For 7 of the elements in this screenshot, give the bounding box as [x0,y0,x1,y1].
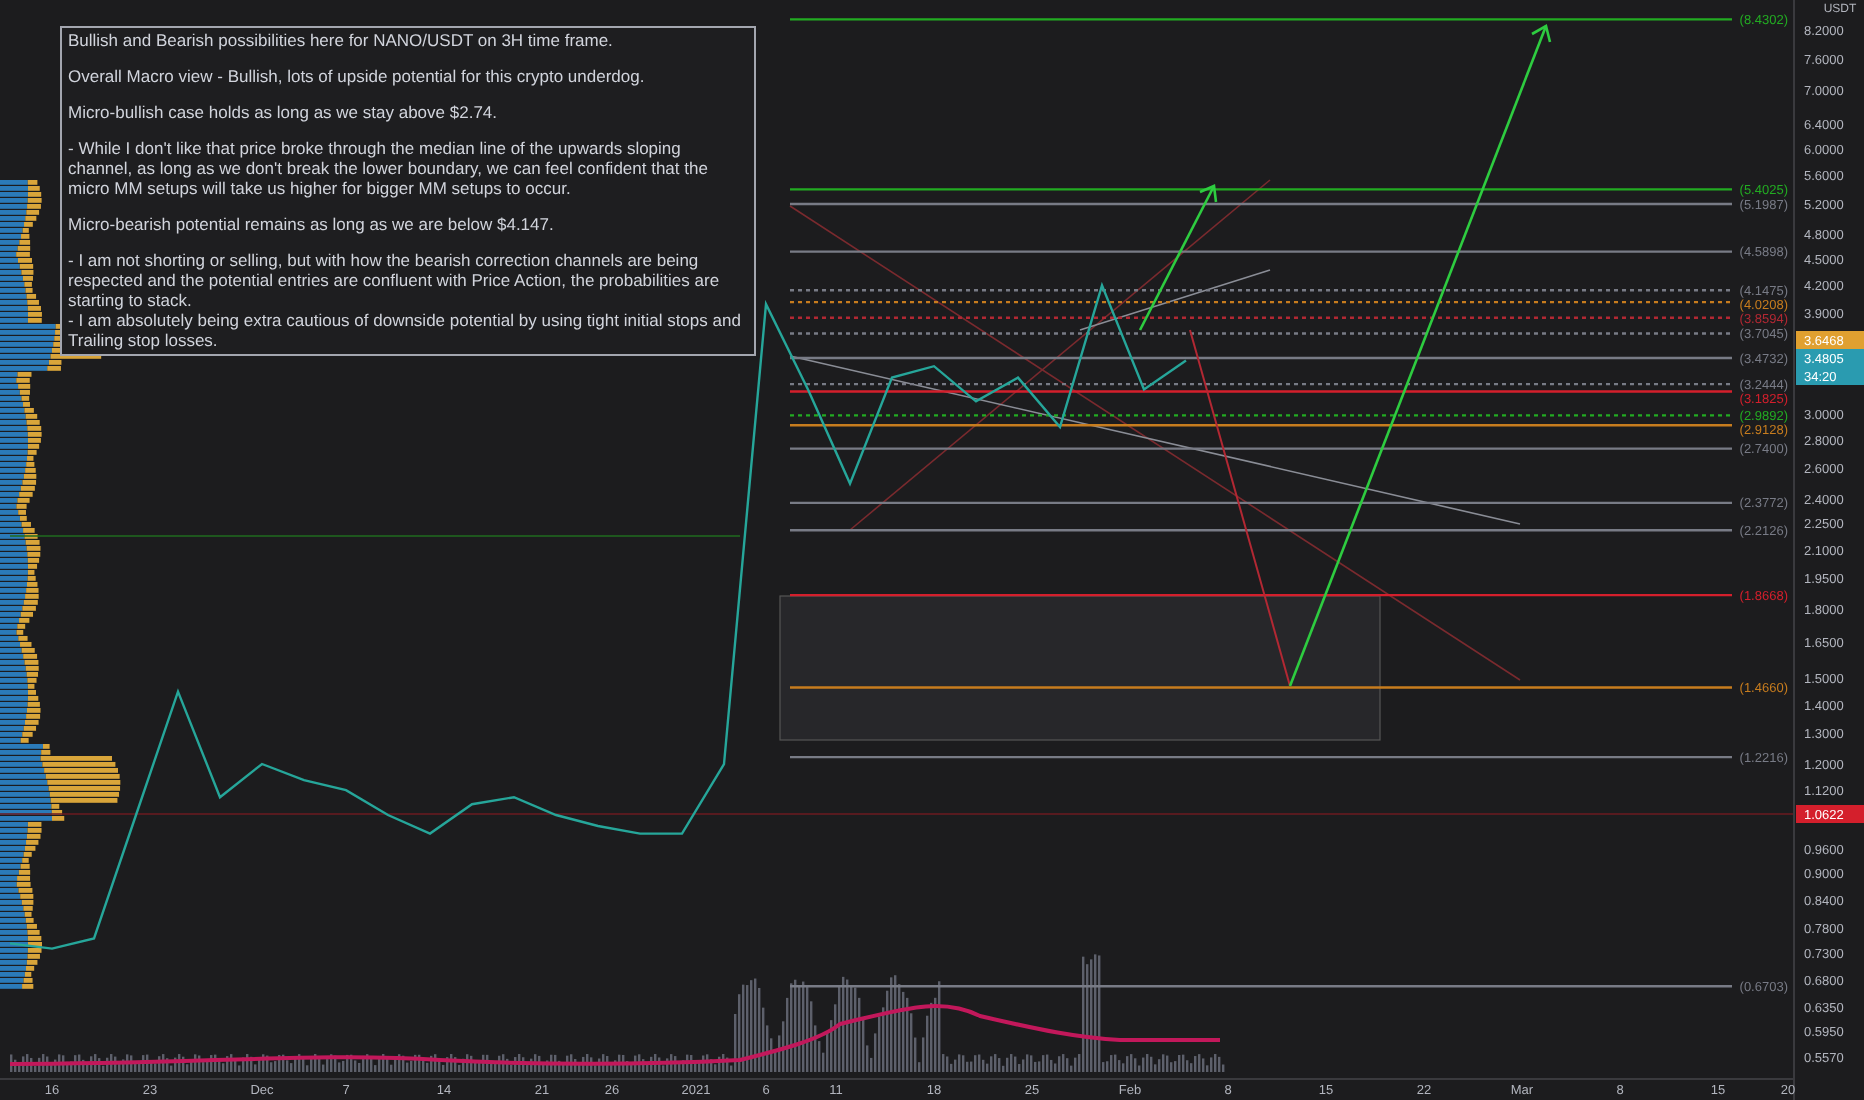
note-paragraph: Bullish and Bearish possibilities here for NANO/USDT on 3H time frame. [68,30,615,50]
note-paragraph: - I am absolutely being extra cautious of downside potential by using tight initial stops and Trailing stop losses. [68,310,743,350]
note-paragraph: Micro-bearish potential remains as long as we are below $4.147. [68,212,556,234]
note-paragraph: Micro-bullish case holds as long as we stay above $2.74. [68,100,500,122]
note-paragraph: - I am not shorting or selling, but with how the bearish correction channels are being respected and the potential entries are confluent with Price Action, the probabilities are starting to stack. [68,248,722,310]
note-paragraph: - While I don't like that price broke through the median line of the upwards sloping channel, as long as we don't break the lower boundary, we can feel confident that the micro MM setups will take us higher for bigger MM setups to occur. [68,136,710,198]
note-paragraph: Overall Macro view - Bullish, lots of upside potential for this crypto underdog. [68,64,647,86]
